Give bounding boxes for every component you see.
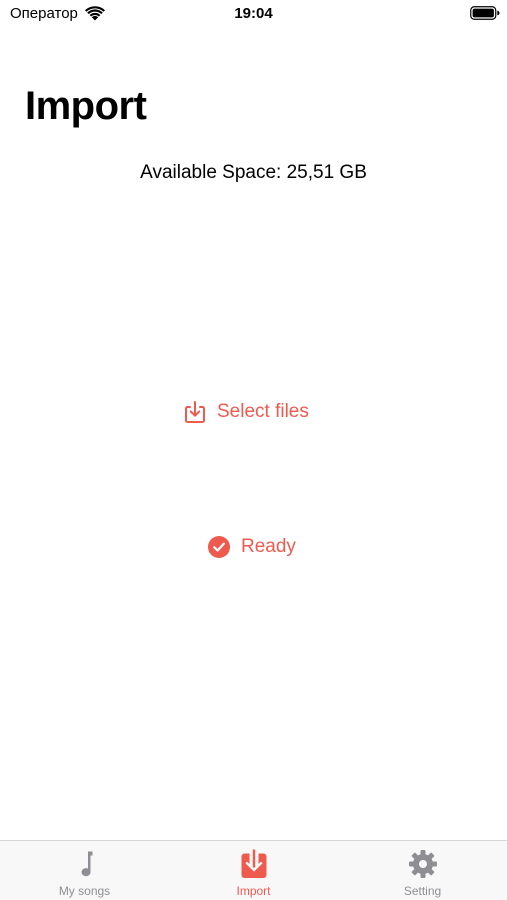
tab-my-songs[interactable]: My songs [0, 841, 169, 900]
tab-label-import: Import [236, 884, 271, 898]
select-files-label: Select files [217, 401, 309, 422]
tab-import[interactable]: Import [169, 841, 338, 900]
import-icon [241, 849, 266, 878]
tab-label-setting: Setting [403, 884, 442, 898]
status-time: 19:04 [234, 5, 273, 22]
page-title: Import [25, 84, 147, 128]
status-bar: Оператор 19:04 [0, 0, 507, 30]
checkmark-circle-icon [208, 536, 230, 558]
tab-label-my-songs: My songs [58, 884, 111, 898]
import-screen: Оператор 19:04 Import Available Space: 2… [0, 0, 507, 900]
ready-status: Ready [208, 532, 296, 562]
select-files-button[interactable]: Select files [184, 396, 309, 428]
tab-bar: My songs Import Setting [0, 840, 507, 900]
gear-icon [408, 850, 437, 878]
ready-label: Ready [241, 536, 296, 557]
battery-icon [470, 6, 500, 20]
music-note-icon [81, 851, 92, 877]
available-space-text: Available Space: 25,51 GB [140, 162, 367, 183]
download-tray-icon [185, 401, 205, 423]
tab-setting[interactable]: Setting [338, 841, 507, 900]
